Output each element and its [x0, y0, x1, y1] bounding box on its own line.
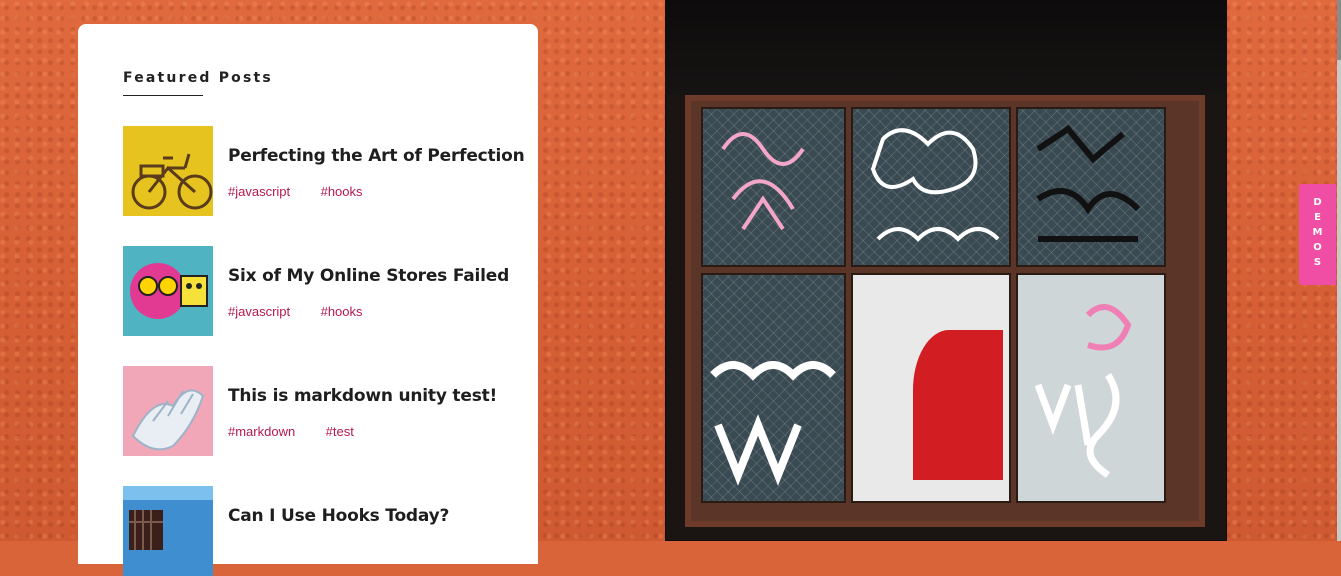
demos-tab[interactable]: DEMOS	[1299, 184, 1336, 285]
bicycle-image[interactable]	[123, 126, 213, 216]
graffiti-window-image	[665, 0, 1227, 541]
scrollbar-thumb[interactable]	[1337, 0, 1341, 60]
featured-post[interactable]: Six of My Online Stores Failed #javascri…	[123, 246, 523, 336]
post-tags: #javascript #hooks	[228, 303, 389, 321]
poster-logo	[913, 330, 1003, 480]
window-pane	[851, 107, 1011, 267]
featured-post[interactable]: This is markdown unity test! #markdown #…	[123, 366, 523, 456]
title-underline	[123, 95, 203, 96]
section-title: Featured Posts	[123, 70, 273, 86]
window-pane	[1016, 273, 1166, 503]
window-pane-poster	[851, 273, 1011, 503]
featured-posts-card: Featured Posts Perfecting the Art of Per…	[78, 24, 538, 576]
featured-post[interactable]: Perfecting the Art of Perfection #javasc…	[123, 126, 525, 216]
blue-building-image[interactable]	[123, 486, 213, 576]
tag-link[interactable]: #hooks	[321, 304, 363, 319]
window-pane	[1016, 107, 1166, 267]
sculpture-hand-image[interactable]	[123, 366, 213, 456]
post-title[interactable]: Can I Use Hooks Today?	[228, 506, 449, 526]
graffiti-scribble	[710, 361, 836, 486]
window-pane	[701, 107, 846, 267]
post-title[interactable]: Perfecting the Art of Perfection	[228, 146, 525, 166]
tag-link[interactable]: #test	[326, 424, 354, 439]
post-title[interactable]: Six of My Online Stores Failed	[228, 266, 509, 286]
pop-art-image[interactable]	[123, 246, 213, 336]
window-pane	[701, 273, 846, 503]
tag-link[interactable]: #hooks	[321, 184, 363, 199]
graffiti-scribble	[1034, 304, 1132, 478]
graffiti-scribble	[870, 128, 1000, 242]
tag-link[interactable]: #javascript	[228, 304, 290, 319]
post-title[interactable]: This is markdown unity test!	[228, 386, 497, 406]
demos-label: DEMOS	[1312, 197, 1323, 272]
graffiti-scribble	[721, 132, 805, 231]
window-shadow	[665, 0, 1227, 95]
graffiti-scribble	[1036, 125, 1141, 242]
window-frame	[685, 95, 1205, 527]
post-tags: #javascript #hooks	[228, 183, 389, 201]
featured-post[interactable]: Can I Use Hooks Today?	[123, 486, 523, 576]
scrollbar[interactable]	[1337, 0, 1341, 541]
tag-link[interactable]: #markdown	[228, 424, 295, 439]
post-tags: #markdown #test	[228, 423, 380, 441]
tag-link[interactable]: #javascript	[228, 184, 290, 199]
